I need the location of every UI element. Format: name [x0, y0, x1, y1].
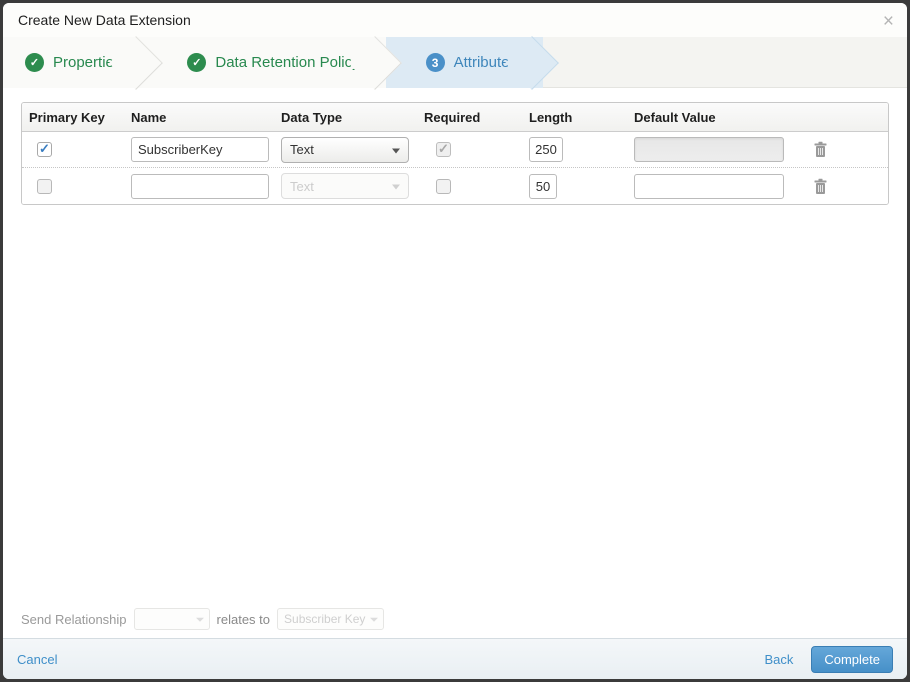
primary-key-checkbox[interactable]: ✓: [37, 142, 52, 157]
send-relationship-label: Send Relationship: [21, 611, 127, 627]
required-checkbox: ✓: [436, 142, 451, 157]
trash-icon[interactable]: [813, 141, 828, 158]
step-complete-check-icon: ✓: [187, 53, 207, 72]
send-relationship-select: [133, 608, 210, 630]
name-input[interactable]: [131, 137, 269, 162]
data-type-value: Text: [290, 178, 314, 194]
primary-key-checkbox[interactable]: [37, 178, 52, 194]
col-header-primary-key: Primary Key: [29, 109, 105, 125]
close-icon[interactable]: ×: [883, 12, 894, 31]
required-checkbox[interactable]: [436, 178, 451, 194]
default-value-input: [634, 137, 784, 162]
data-type-select[interactable]: Text: [281, 136, 409, 163]
step-number-badge: 3: [425, 53, 445, 72]
caret-down-icon: [392, 184, 400, 190]
step-properties-label: Properties: [53, 54, 122, 71]
check-icon: ✓: [438, 141, 449, 156]
name-input[interactable]: [131, 173, 269, 199]
attributes-panel: Primary Key Name Data Type Required Leng…: [3, 88, 907, 638]
step-data-retention-policy-label: Data Retention Policy: [215, 54, 360, 71]
trash-icon[interactable]: [813, 178, 828, 195]
step-complete-check-icon: ✓: [25, 53, 44, 72]
col-header-length: Length: [529, 109, 573, 125]
col-header-data-type: Data Type: [281, 109, 343, 125]
relates-to-select: Subscriber Key: [277, 608, 385, 630]
wizard-stepbar: ✓ Properties ✓ Data Retention Policy 3 A…: [3, 37, 907, 88]
attributes-table: Primary Key Name Data Type Required Leng…: [21, 102, 889, 205]
create-data-extension-modal: Create New Data Extension × ✓ Properties…: [3, 3, 907, 679]
attribute-row: ✓ Text ✓: [22, 132, 888, 168]
step-attributes[interactable]: 3 Attributes: [385, 37, 543, 88]
send-relationship-row: Send Relationship relates to Subscriber …: [21, 608, 385, 630]
length-input[interactable]: [529, 137, 563, 162]
step-attributes-label: Attributes: [453, 54, 517, 71]
back-link[interactable]: Back: [764, 652, 793, 667]
default-value-input[interactable]: [634, 173, 784, 199]
attribute-row: Text: [22, 168, 888, 204]
step-data-retention-policy[interactable]: ✓ Data Retention Policy: [147, 37, 386, 88]
relates-to-label: relates to: [216, 611, 271, 627]
modal-title: Create New Data Extension: [18, 12, 191, 28]
col-header-required: Required: [424, 109, 481, 125]
check-icon: ✓: [39, 141, 50, 156]
attributes-table-header: Primary Key Name Data Type Required Leng…: [22, 103, 888, 132]
data-type-select: Text: [281, 173, 409, 199]
col-header-default-value: Default Value: [634, 109, 716, 125]
caret-down-icon: [392, 148, 400, 153]
cancel-link[interactable]: Cancel: [17, 652, 57, 667]
caret-down-icon: [195, 617, 204, 622]
modal-titlebar: Create New Data Extension ×: [3, 3, 907, 37]
complete-button[interactable]: Complete: [811, 645, 893, 673]
data-type-value: Text: [290, 142, 314, 157]
col-header-name: Name: [131, 109, 167, 125]
length-input[interactable]: [529, 173, 557, 199]
modal-footer: Cancel Back Complete: [3, 638, 907, 679]
caret-down-icon: [370, 617, 379, 622]
relates-to-value: Subscriber Key: [284, 612, 366, 626]
step-properties[interactable]: ✓ Properties: [3, 37, 148, 88]
